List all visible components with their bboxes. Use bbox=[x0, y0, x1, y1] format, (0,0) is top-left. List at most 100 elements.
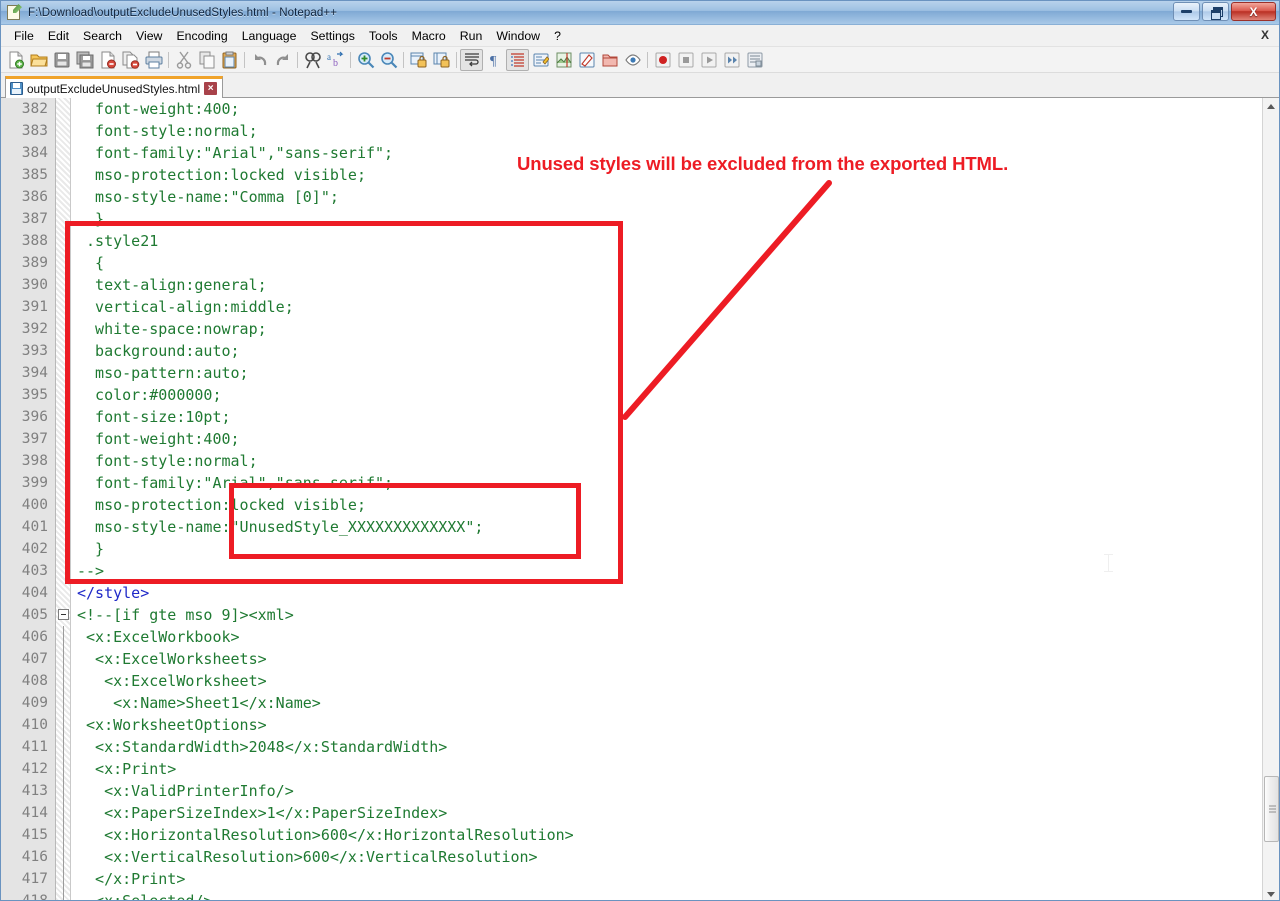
code-line[interactable]: } bbox=[71, 208, 1279, 230]
code-line[interactable]: <!--[if gte mso 9]><xml> bbox=[71, 604, 1279, 626]
code-line[interactable]: mso-style-name:"UnusedStyle_XXXXXXXXXXXX… bbox=[71, 516, 1279, 538]
function-list-icon[interactable] bbox=[575, 49, 598, 71]
code-line[interactable]: <x:PaperSizeIndex>1</x:PaperSizeIndex> bbox=[71, 802, 1279, 824]
line-number: 416 bbox=[1, 846, 55, 868]
code-line[interactable]: mso-style-name:"Comma [0]"; bbox=[71, 186, 1279, 208]
indent-guide-icon[interactable] bbox=[506, 49, 529, 71]
record-macro-icon[interactable] bbox=[651, 49, 674, 71]
menu-item-language[interactable]: Language bbox=[235, 27, 304, 45]
code-line[interactable]: background:auto; bbox=[71, 340, 1279, 362]
close-file-icon[interactable] bbox=[96, 49, 119, 71]
code-view[interactable]: font-weight:400; font-style:normal; font… bbox=[71, 98, 1279, 901]
zoom-out-icon[interactable] bbox=[377, 49, 400, 71]
paste-icon[interactable] bbox=[218, 49, 241, 71]
line-number: 411 bbox=[1, 736, 55, 758]
code-line[interactable]: color:#000000; bbox=[71, 384, 1279, 406]
svg-text:b: b bbox=[333, 58, 338, 69]
code-line[interactable]: <x:StandardWidth>2048</x:StandardWidth> bbox=[71, 736, 1279, 758]
code-line[interactable]: { bbox=[71, 252, 1279, 274]
code-line[interactable]: <x:ExcelWorkbook> bbox=[71, 626, 1279, 648]
menu-item-macro[interactable]: Macro bbox=[405, 27, 453, 45]
document-map-icon[interactable] bbox=[552, 49, 575, 71]
scroll-down-arrow[interactable] bbox=[1263, 886, 1279, 901]
tab-outputexcludeunusedstyles-html[interactable]: outputExcludeUnusedStyles.html × bbox=[5, 76, 223, 98]
zoom-in-icon[interactable] bbox=[354, 49, 377, 71]
toolbar-separator bbox=[347, 51, 354, 69]
preview-icon[interactable] bbox=[621, 49, 644, 71]
code-line[interactable]: <x:WorksheetOptions> bbox=[71, 714, 1279, 736]
show-all-characters-icon[interactable]: ¶ bbox=[483, 49, 506, 71]
save-macro-icon[interactable] bbox=[743, 49, 766, 71]
menu-item-window[interactable]: Window bbox=[489, 27, 547, 45]
run-macro-multiple-icon[interactable] bbox=[720, 49, 743, 71]
folder-as-workspace-icon[interactable] bbox=[598, 49, 621, 71]
scroll-up-arrow[interactable] bbox=[1263, 98, 1279, 115]
code-line[interactable]: <x:ValidPrinterInfo/> bbox=[71, 780, 1279, 802]
save-all-icon[interactable] bbox=[73, 49, 96, 71]
stop-macro-icon[interactable] bbox=[674, 49, 697, 71]
code-line[interactable]: mso-pattern:auto; bbox=[71, 362, 1279, 384]
menu-item-file[interactable]: File bbox=[7, 27, 41, 45]
find-icon[interactable] bbox=[301, 49, 324, 71]
code-line[interactable]: white-space:nowrap; bbox=[71, 318, 1279, 340]
user-defined-language-icon[interactable] bbox=[529, 49, 552, 71]
minimize-button[interactable] bbox=[1173, 2, 1200, 21]
close-button[interactable]: X bbox=[1231, 2, 1276, 21]
code-line[interactable]: <x:ExcelWorksheet> bbox=[71, 670, 1279, 692]
menu-item-tools[interactable]: Tools bbox=[362, 27, 405, 45]
code-line[interactable]: </style> bbox=[71, 582, 1279, 604]
code-line[interactable]: mso-protection:locked visible; bbox=[71, 494, 1279, 516]
menu-item-edit[interactable]: Edit bbox=[41, 27, 76, 45]
code-line[interactable]: vertical-align:middle; bbox=[71, 296, 1279, 318]
line-number: 399 bbox=[1, 472, 55, 494]
undo-icon[interactable] bbox=[248, 49, 271, 71]
close-all-files-icon[interactable] bbox=[119, 49, 142, 71]
code-line[interactable]: font-size:10pt; bbox=[71, 406, 1279, 428]
cut-icon[interactable] bbox=[172, 49, 195, 71]
menu-item-search[interactable]: Search bbox=[76, 27, 129, 45]
menu-item-encoding[interactable]: Encoding bbox=[169, 27, 234, 45]
code-line[interactable]: font-family:"Arial","sans-serif"; bbox=[71, 472, 1279, 494]
code-line[interactable]: font-style:normal; bbox=[71, 120, 1279, 142]
sync-vertical-scroll-icon[interactable] bbox=[407, 49, 430, 71]
play-macro-icon[interactable] bbox=[697, 49, 720, 71]
code-line[interactable]: } bbox=[71, 538, 1279, 560]
code-line[interactable]: </x:Print> bbox=[71, 868, 1279, 890]
code-line[interactable]: font-style:normal; bbox=[71, 450, 1279, 472]
word-wrap-icon[interactable] bbox=[460, 49, 483, 71]
tab-close-icon[interactable]: × bbox=[204, 82, 217, 95]
code-line[interactable]: <x:ExcelWorksheets> bbox=[71, 648, 1279, 670]
notepad-plus-plus-icon bbox=[6, 4, 23, 21]
code-line[interactable]: <x:Print> bbox=[71, 758, 1279, 780]
copy-icon[interactable] bbox=[195, 49, 218, 71]
code-line[interactable]: <x:HorizontalResolution>600</x:Horizonta… bbox=[71, 824, 1279, 846]
code-line[interactable]: --> bbox=[71, 560, 1279, 582]
close-document-button[interactable]: X bbox=[1261, 28, 1269, 42]
code-line[interactable]: <x:VerticalResolution>600</x:VerticalRes… bbox=[71, 846, 1279, 868]
sync-horizontal-scroll-icon[interactable] bbox=[430, 49, 453, 71]
menu-bar: File Edit Search View Encoding Language … bbox=[1, 25, 1279, 47]
code-line[interactable]: text-align:general; bbox=[71, 274, 1279, 296]
scroll-thumb[interactable] bbox=[1264, 776, 1279, 842]
new-file-icon[interactable] bbox=[4, 49, 27, 71]
replace-icon[interactable]: ab bbox=[324, 49, 347, 71]
save-icon[interactable] bbox=[50, 49, 73, 71]
redo-icon[interactable] bbox=[271, 49, 294, 71]
menu-item-help[interactable]: ? bbox=[547, 27, 568, 45]
code-line[interactable]: font-weight:400; bbox=[71, 428, 1279, 450]
menu-item-view[interactable]: View bbox=[129, 27, 169, 45]
menu-item-run[interactable]: Run bbox=[453, 27, 490, 45]
menu-item-settings[interactable]: Settings bbox=[303, 27, 361, 45]
code-line[interactable]: <x:Selected/> bbox=[71, 890, 1279, 901]
restore-button[interactable] bbox=[1202, 2, 1229, 21]
code-line[interactable]: .style21 bbox=[71, 230, 1279, 252]
code-line[interactable]: <x:Name>Sheet1</x:Name> bbox=[71, 692, 1279, 714]
code-line[interactable]: font-weight:400; bbox=[71, 98, 1279, 120]
vertical-scrollbar[interactable] bbox=[1262, 98, 1279, 901]
line-number: 395 bbox=[1, 384, 55, 406]
open-file-icon[interactable] bbox=[27, 49, 50, 71]
fold-toggle-icon[interactable] bbox=[58, 609, 69, 620]
print-icon[interactable] bbox=[142, 49, 165, 71]
code-folding-margin[interactable] bbox=[56, 98, 71, 901]
line-number: 408 bbox=[1, 670, 55, 692]
